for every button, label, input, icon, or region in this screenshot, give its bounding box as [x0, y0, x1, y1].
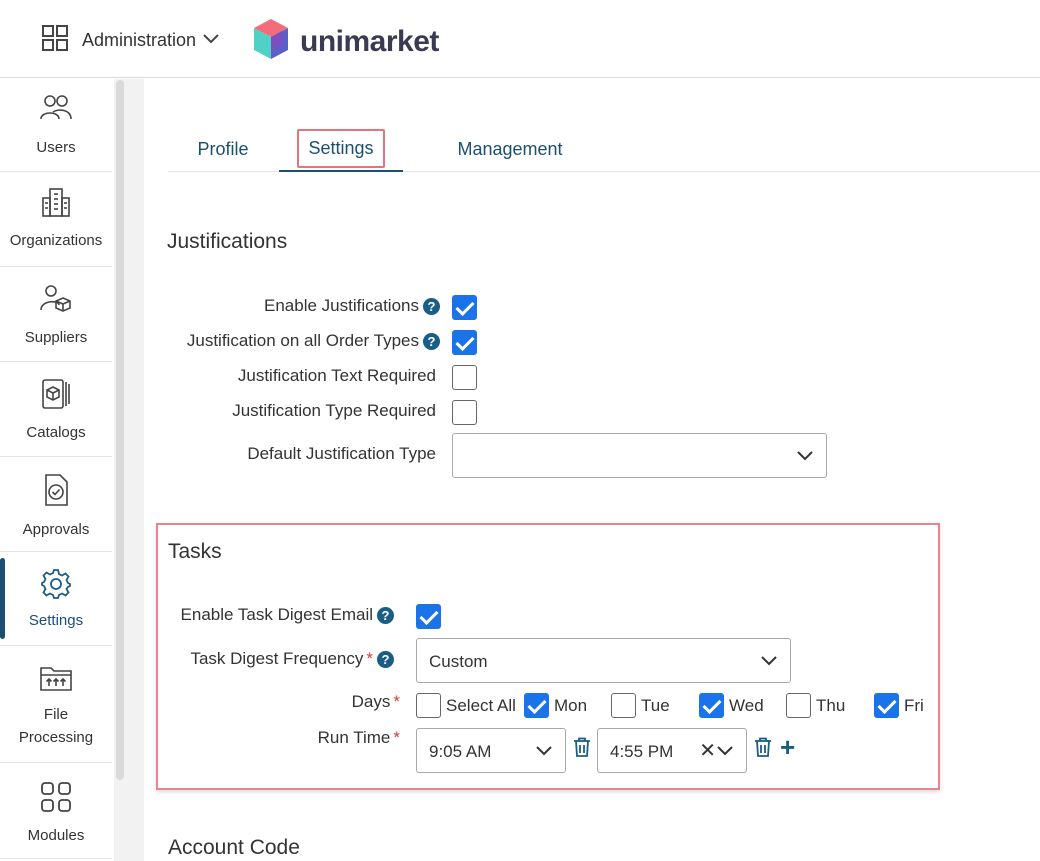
run-time-row-label: Run Time * [164, 728, 400, 748]
help-icon[interactable]: ? [377, 651, 394, 669]
main-panel: Profile Settings Management Justificatio… [144, 82, 1040, 861]
run-time-select-2[interactable]: 4:55 PM ✕ [597, 728, 747, 773]
enable-task-digest-checkbox[interactable] [416, 604, 441, 629]
justification-all-order-types-checkbox[interactable] [452, 330, 477, 355]
required-marker: * [393, 728, 400, 747]
tab-management[interactable]: Management [448, 126, 572, 172]
days-mon-checkbox[interactable] [524, 693, 549, 718]
gear-icon [40, 568, 72, 605]
default-justification-type-select[interactable] [452, 433, 827, 478]
run-time-label: Run Time [317, 728, 391, 747]
days-fri-checkbox[interactable] [874, 693, 899, 718]
brand-name: unimarket [300, 24, 439, 58]
catalog-icon [40, 378, 72, 415]
enable-task-digest-label: Enable Task Digest Email [180, 605, 373, 624]
required-marker: * [393, 692, 400, 711]
trash-icon[interactable] [754, 737, 772, 762]
help-icon[interactable]: ? [423, 298, 440, 316]
sidebar-item-label: Settings [28, 612, 84, 629]
task-digest-frequency-value: Custom [429, 652, 488, 671]
justifications-heading: Justifications [167, 230, 288, 253]
sidebar-item-file-processing[interactable]: File Processing [0, 646, 112, 763]
enable-justifications-label: Enable Justifications [264, 296, 419, 315]
sidebar-item-label: Users [36, 139, 76, 156]
help-icon[interactable]: ? [377, 607, 394, 625]
add-run-time-button[interactable]: + [780, 734, 795, 760]
tasks-heading: Tasks [168, 540, 222, 563]
chevron-down-icon [796, 449, 814, 467]
days-mon-label: Mon [554, 696, 588, 715]
justification-all-order-types-row-label: Justification on all Order Types? [164, 331, 440, 351]
enable-task-digest-row-label: Enable Task Digest Email? [164, 605, 394, 625]
top-bar: Administration unimarket [0, 0, 1040, 78]
tab-profile[interactable]: Profile [168, 126, 278, 172]
approval-icon [42, 473, 70, 512]
file-processing-icon [39, 664, 73, 697]
required-marker: * [366, 649, 373, 668]
days-fri-label: Fri [904, 696, 924, 715]
sidebar-item-label: Suppliers [24, 329, 88, 346]
sidebar-item-settings[interactable]: Settings [0, 552, 112, 646]
days-label: Days [351, 692, 391, 711]
justification-type-required-label: Justification Type Required [232, 401, 436, 420]
run-time-select-1[interactable]: 9:05 AM [416, 728, 566, 773]
clear-icon[interactable]: ✕ [699, 741, 716, 761]
justification-text-required-label: Justification Text Required [237, 366, 436, 385]
chevron-down-icon [760, 654, 778, 672]
days-tue-checkbox[interactable] [611, 693, 636, 718]
users-icon [39, 93, 73, 128]
sidebar-item-label: Catalogs [26, 424, 86, 441]
sidebar-item-organizations[interactable]: Organizations [0, 172, 112, 267]
app-switcher-label: Administration [82, 30, 197, 50]
help-icon[interactable]: ? [423, 333, 440, 351]
tab-settings[interactable]: Settings [279, 126, 403, 172]
sidebar-item-users[interactable]: Users [0, 79, 112, 172]
days-row-label: Days * [164, 692, 400, 712]
days-thu-label: Thu [816, 696, 846, 715]
building-icon [40, 186, 72, 223]
sidebar-item-label: Approvals [22, 521, 90, 538]
chevron-down-icon [716, 744, 734, 762]
app-switcher-button[interactable]: Administration [42, 25, 220, 56]
unimarket-logo-icon [252, 17, 290, 66]
sidebar-item-approvals[interactable]: Approvals [0, 457, 112, 552]
days-select-all-label: Select All [446, 696, 516, 715]
justification-text-required-checkbox[interactable] [452, 365, 477, 390]
default-justification-type-label: Default Justification Type [247, 444, 436, 463]
brand-logo[interactable]: unimarket [252, 17, 439, 66]
enable-justifications-checkbox[interactable] [452, 295, 477, 320]
trash-icon[interactable] [573, 737, 591, 762]
account-code-heading: Account Code [168, 836, 300, 859]
supplier-icon [39, 283, 73, 318]
sidebar-item-suppliers[interactable]: Suppliers [0, 267, 112, 362]
chevron-down-icon [535, 744, 553, 762]
sidebar-item-label-line2: Processing [18, 729, 94, 746]
sidebar-item-catalogs[interactable]: Catalogs [0, 362, 112, 457]
days-select-all-checkbox[interactable] [416, 693, 441, 718]
days-wed-label: Wed [729, 696, 764, 715]
sidebar-item-label-line1: File [43, 706, 69, 723]
sidebar-nav: Users Organizations Suppliers Catalogs A… [0, 79, 114, 861]
task-digest-frequency-row-label: Task Digest Frequency *? [164, 649, 394, 669]
sidebar-item-label: Organizations [9, 232, 103, 249]
tab-settings-label: Settings [297, 128, 385, 168]
grid-icon [42, 25, 68, 56]
sidebar-scrollbar[interactable] [116, 80, 124, 780]
task-digest-frequency-label: Task Digest Frequency [190, 649, 364, 668]
days-thu-checkbox[interactable] [786, 693, 811, 718]
run-time-value-2: 4:55 PM [610, 742, 674, 761]
task-digest-frequency-select[interactable]: Custom [416, 638, 791, 683]
sidebar-item-modules[interactable]: Modules [0, 763, 112, 859]
days-tue-label: Tue [641, 696, 670, 715]
run-time-value-1: 9:05 AM [429, 742, 492, 761]
modules-icon [40, 781, 72, 818]
justification-type-required-checkbox[interactable] [452, 400, 477, 425]
days-wed-checkbox[interactable] [699, 693, 724, 718]
justification-all-order-types-label: Justification on all Order Types [186, 331, 419, 350]
chevron-down-icon [202, 32, 220, 50]
enable-justifications-row-label: Enable Justifications? [164, 296, 440, 316]
tab-bar: Profile Settings Management [168, 126, 1040, 172]
sidebar-item-label: Modules [27, 827, 85, 844]
